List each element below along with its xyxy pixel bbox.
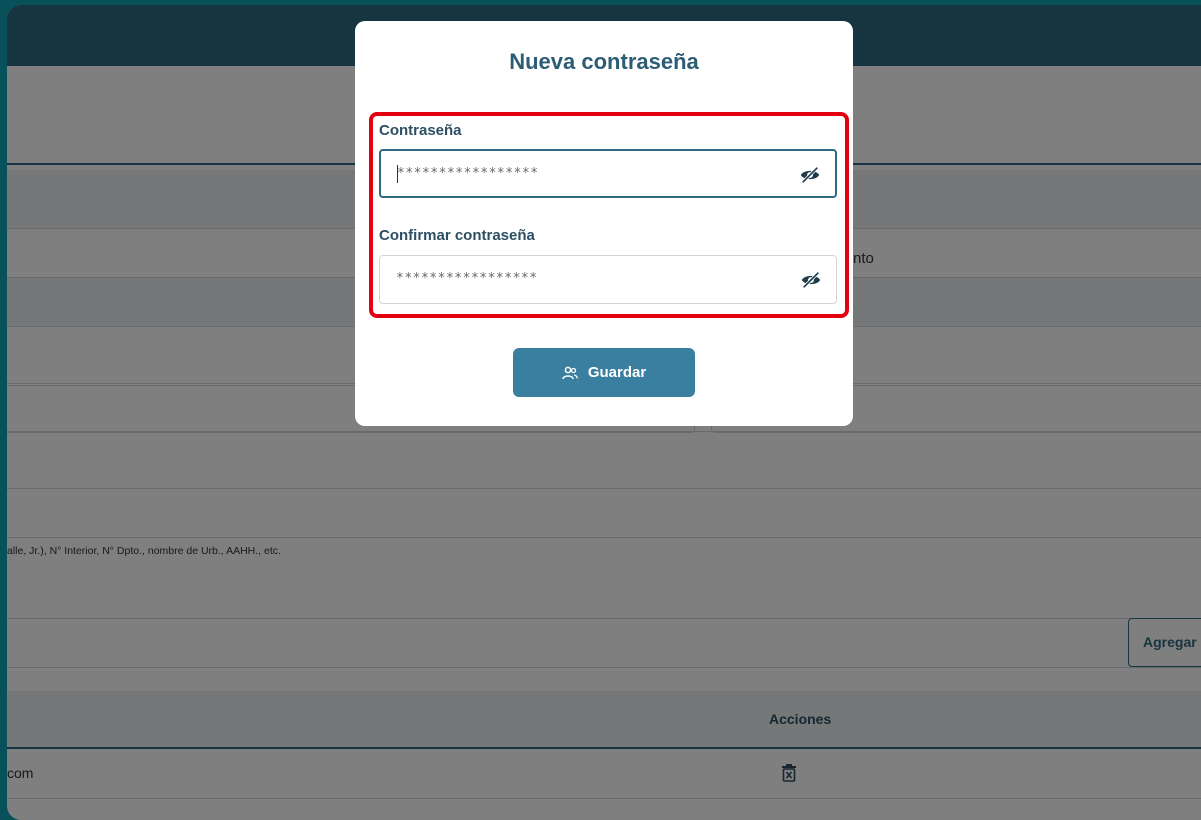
save-button[interactable]: Guardar	[513, 348, 695, 397]
password-value: *****************	[397, 166, 539, 181]
dialog-title: Nueva contraseña	[509, 49, 699, 74]
eye-off-icon[interactable]	[799, 164, 821, 186]
confirm-password-input[interactable]: *****************	[379, 255, 837, 304]
password-input[interactable]: *****************	[379, 149, 837, 198]
confirm-password-label: Confirmar contraseña	[379, 227, 535, 244]
users-icon	[562, 366, 578, 379]
confirm-password-value: *****************	[396, 271, 538, 286]
new-password-dialog: Nueva contraseña Contraseña ************…	[355, 21, 853, 426]
eye-off-icon[interactable]	[800, 269, 822, 291]
password-label: Contraseña	[379, 122, 462, 139]
save-button-label: Guardar	[587, 364, 647, 381]
